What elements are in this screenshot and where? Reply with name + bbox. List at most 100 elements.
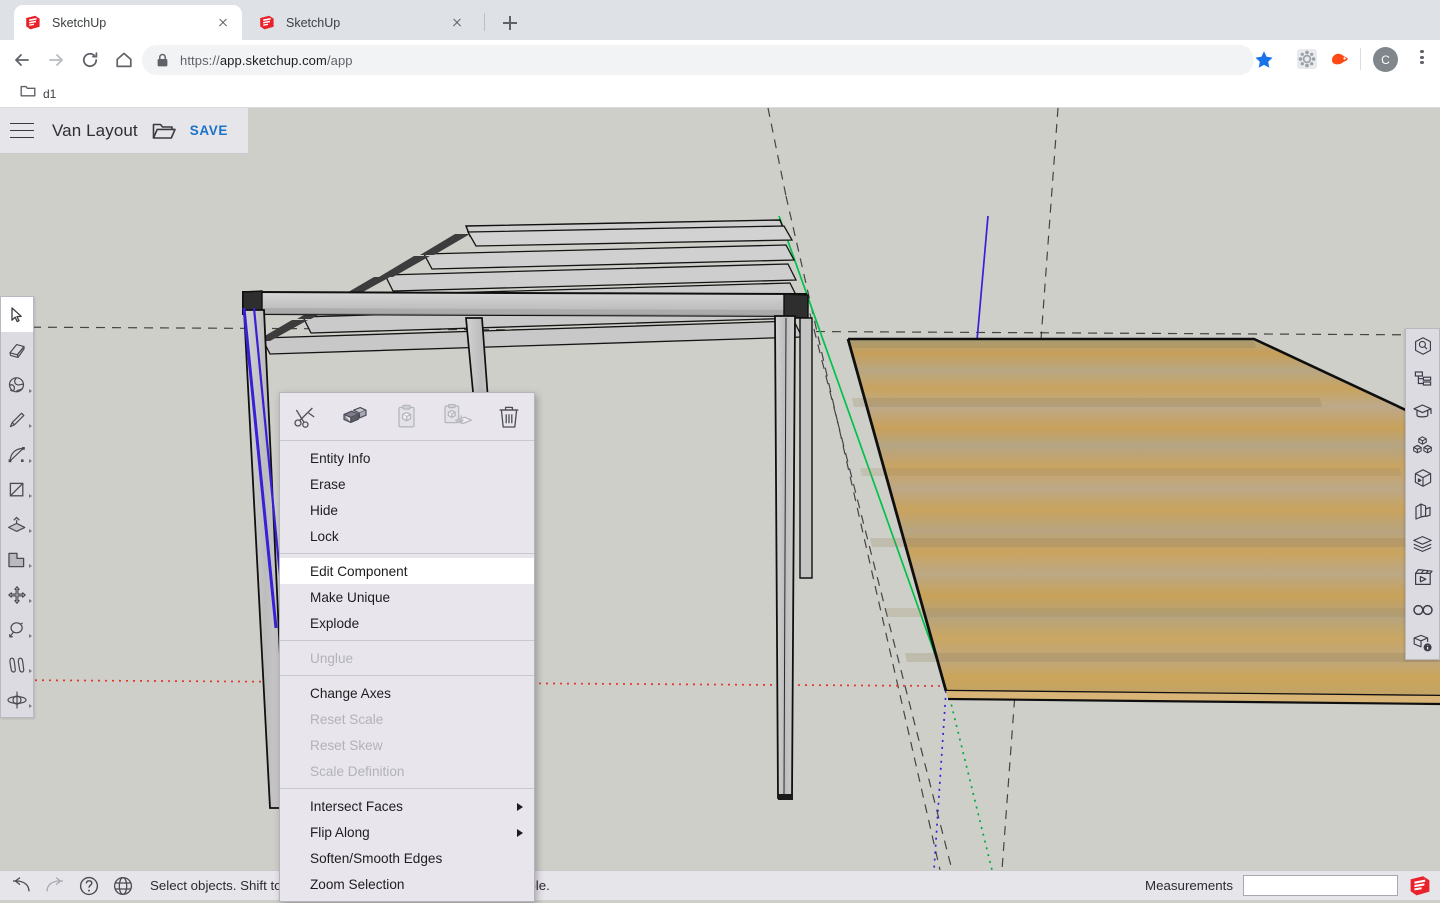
menu-item-label: Reset Scale (310, 711, 384, 727)
folder-open-icon[interactable] (152, 121, 176, 141)
delete-trash-icon[interactable] (483, 404, 534, 430)
tab-strip: SketchUp SketchUp (0, 0, 1440, 40)
model-canvas[interactable] (0, 108, 1440, 870)
menu-item-label: Scale Definition (310, 763, 405, 779)
reload-icon[interactable] (76, 46, 104, 74)
close-icon[interactable] (214, 14, 232, 32)
menu-item-label: Zoom Selection (310, 876, 405, 892)
rotate-tool[interactable] (1, 612, 33, 647)
context-menu-group-3: Unglue (280, 641, 534, 676)
model-viewport[interactable] (0, 108, 1440, 870)
menu-item-make-unique[interactable]: Make Unique (280, 584, 534, 610)
redo-icon[interactable] (42, 873, 68, 899)
help-icon[interactable] (76, 873, 102, 899)
chevron-right-icon (28, 424, 32, 428)
measurements-label: Measurements (1145, 878, 1233, 893)
post-back-right[interactable] (799, 317, 813, 579)
menu-item-hide[interactable]: Hide (280, 497, 534, 523)
new-tab-button[interactable] (496, 9, 524, 37)
menu-item-zoom-selection[interactable]: Zoom Selection (280, 871, 534, 897)
tab-divider (484, 13, 485, 31)
undo-icon[interactable] (8, 873, 34, 899)
chevron-right-icon (28, 459, 32, 463)
menu-item-edit-component[interactable]: Edit Component (280, 558, 534, 584)
menu-item-soften-smooth-edges[interactable]: Soften/Smooth Edges (280, 845, 534, 871)
menu-item-change-axes[interactable]: Change Axes (280, 680, 534, 706)
address-bar[interactable]: https://app.sketchup.com/app (142, 45, 1254, 75)
line-tool[interactable] (1, 402, 33, 437)
menu-item-explode[interactable]: Explode (280, 610, 534, 636)
forward-arrow-icon[interactable] (42, 46, 70, 74)
globe-icon[interactable] (110, 873, 136, 899)
close-icon[interactable] (448, 14, 466, 32)
menu-item-label: Intersect Faces (310, 798, 403, 814)
left-tool-palette (0, 296, 34, 718)
bookmark-item-d1[interactable]: d1 (14, 83, 62, 105)
chevron-right-icon (28, 529, 32, 533)
arc-tool[interactable] (1, 437, 33, 472)
page-title: Van Layout (52, 120, 138, 140)
scenes-panel-button[interactable] (1406, 560, 1439, 593)
model-info-panel-button[interactable] (1406, 626, 1439, 659)
menu-item-scale-definition: Scale Definition (280, 758, 534, 784)
materials-panel-button[interactable] (1406, 461, 1439, 494)
paste-icon (382, 404, 433, 430)
back-arrow-icon[interactable] (8, 46, 36, 74)
menu-item-label: Entity Info (310, 450, 371, 466)
menu-item-erase[interactable]: Erase (280, 471, 534, 497)
menu-item-lock[interactable]: Lock (280, 523, 534, 549)
status-bar: Select objects. Shift to extend select. … (0, 870, 1440, 900)
paint-bucket-tool[interactable] (1, 367, 33, 402)
wood-deck[interactable] (846, 337, 1440, 706)
measurements-box: Measurements (1145, 874, 1432, 898)
components-panel-button[interactable] (1406, 428, 1439, 461)
browser-tab-inactive[interactable]: SketchUp (248, 5, 476, 40)
orbit-tool[interactable] (1, 682, 33, 717)
menu-item-label: Erase (310, 476, 346, 492)
rectangle-tool[interactable] (1, 472, 33, 507)
tape-measure-tool[interactable] (1, 647, 33, 682)
extension-icon[interactable] (1328, 48, 1350, 70)
context-menu-group-4: Change Axes Reset Scale Reset Skew Scale… (280, 676, 534, 789)
lock-icon (156, 53, 169, 68)
menu-item-label: Hide (310, 502, 338, 518)
tags-panel-button[interactable] (1406, 527, 1439, 560)
move-tool[interactable] (1, 577, 33, 612)
toolbar-divider (1360, 48, 1361, 70)
menu-item-label: Explode (310, 615, 360, 631)
menu-item-intersect-faces[interactable]: Intersect Faces (280, 793, 534, 819)
copy-icon[interactable] (331, 405, 382, 429)
context-menu-group-1: Entity Info Erase Hide Lock (280, 441, 534, 554)
styles-panel-button[interactable] (1406, 494, 1439, 527)
eraser-tool[interactable] (1, 332, 33, 367)
blue-axis-negative (933, 690, 947, 870)
menu-item-entity-info[interactable]: Entity Info (280, 445, 534, 471)
context-menu-group-5: Intersect Faces Flip Along Soften/Smooth… (280, 789, 534, 901)
context-menu[interactable]: Entity Info Erase Hide Lock Edit Compone… (279, 392, 535, 902)
avatar[interactable]: C (1373, 47, 1398, 72)
select-tool[interactable] (1, 297, 33, 332)
kebab-menu-icon[interactable] (1412, 48, 1432, 70)
home-icon[interactable] (110, 46, 138, 74)
green-axis-negative (947, 690, 993, 870)
menu-item-label: Unglue (310, 650, 354, 666)
paste-in-place-icon (432, 403, 483, 430)
bookmark-label: d1 (43, 86, 57, 101)
chevron-right-icon (28, 669, 32, 673)
outliner-panel-button[interactable] (1406, 362, 1439, 395)
offset-tool[interactable] (1, 542, 33, 577)
hamburger-icon[interactable] (10, 122, 34, 140)
instructor-panel-button[interactable] (1406, 395, 1439, 428)
measurements-input[interactable] (1243, 875, 1398, 896)
browser-tab-active[interactable]: SketchUp (14, 5, 242, 40)
bookmark-star-icon[interactable] (1250, 46, 1278, 74)
save-button[interactable]: SAVE (190, 123, 228, 138)
url-text: https://app.sketchup.com/app (180, 52, 353, 68)
display-panel-button[interactable] (1406, 593, 1439, 626)
cut-icon[interactable] (280, 405, 331, 429)
menu-item-flip-along[interactable]: Flip Along (280, 819, 534, 845)
extension-icon[interactable] (1296, 48, 1318, 70)
push-pull-tool[interactable] (1, 507, 33, 542)
menu-item-label: Reset Skew (310, 737, 383, 753)
entity-info-panel-button[interactable] (1406, 329, 1439, 362)
